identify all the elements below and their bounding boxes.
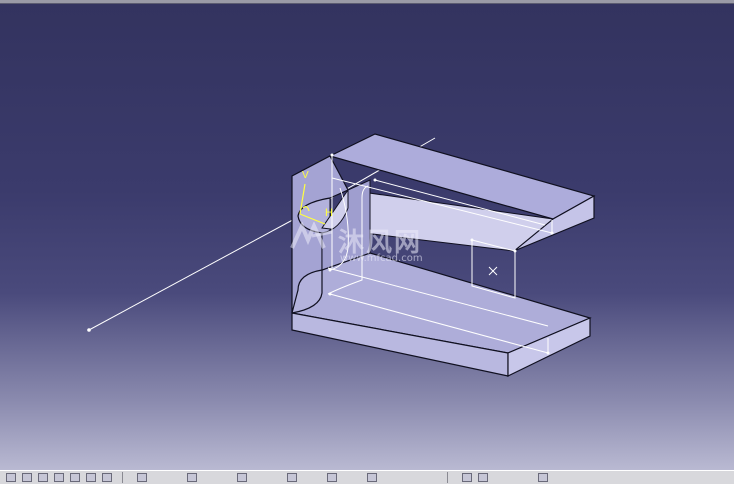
refresh-icon[interactable] — [22, 473, 32, 482]
sketch-icon[interactable] — [137, 473, 147, 482]
window-icon[interactable] — [70, 473, 80, 482]
window-icon[interactable] — [86, 473, 96, 482]
grid-icon[interactable] — [287, 473, 297, 482]
pan-icon[interactable] — [478, 473, 488, 482]
axis-label-h: H — [325, 207, 333, 219]
snap-icon[interactable] — [237, 473, 247, 482]
reference-point — [87, 328, 91, 332]
taskbar — [0, 470, 734, 484]
render-icon[interactable] — [367, 473, 377, 482]
view-icon[interactable] — [187, 473, 197, 482]
mf-logo-icon — [290, 222, 333, 249]
window-icon[interactable] — [54, 473, 64, 482]
axis-label-v: V — [302, 170, 309, 181]
reference-line — [88, 215, 301, 331]
settings-icon[interactable] — [538, 473, 548, 482]
axis-icon[interactable] — [327, 473, 337, 482]
3d-viewport[interactable]: V H 沐风网 www.mfcad.com — [0, 4, 734, 470]
tool-icon[interactable] — [102, 473, 112, 482]
zoom-icon[interactable] — [462, 473, 472, 482]
taskbar-separator — [447, 472, 448, 483]
print-icon[interactable] — [38, 473, 48, 482]
watermark: 沐风网 www.mfcad.com — [290, 222, 460, 272]
taskbar-separator — [122, 472, 123, 483]
watermark-url: www.mfcad.com — [340, 253, 423, 264]
center-cross-icon — [488, 266, 498, 276]
file-icon[interactable] — [6, 473, 16, 482]
